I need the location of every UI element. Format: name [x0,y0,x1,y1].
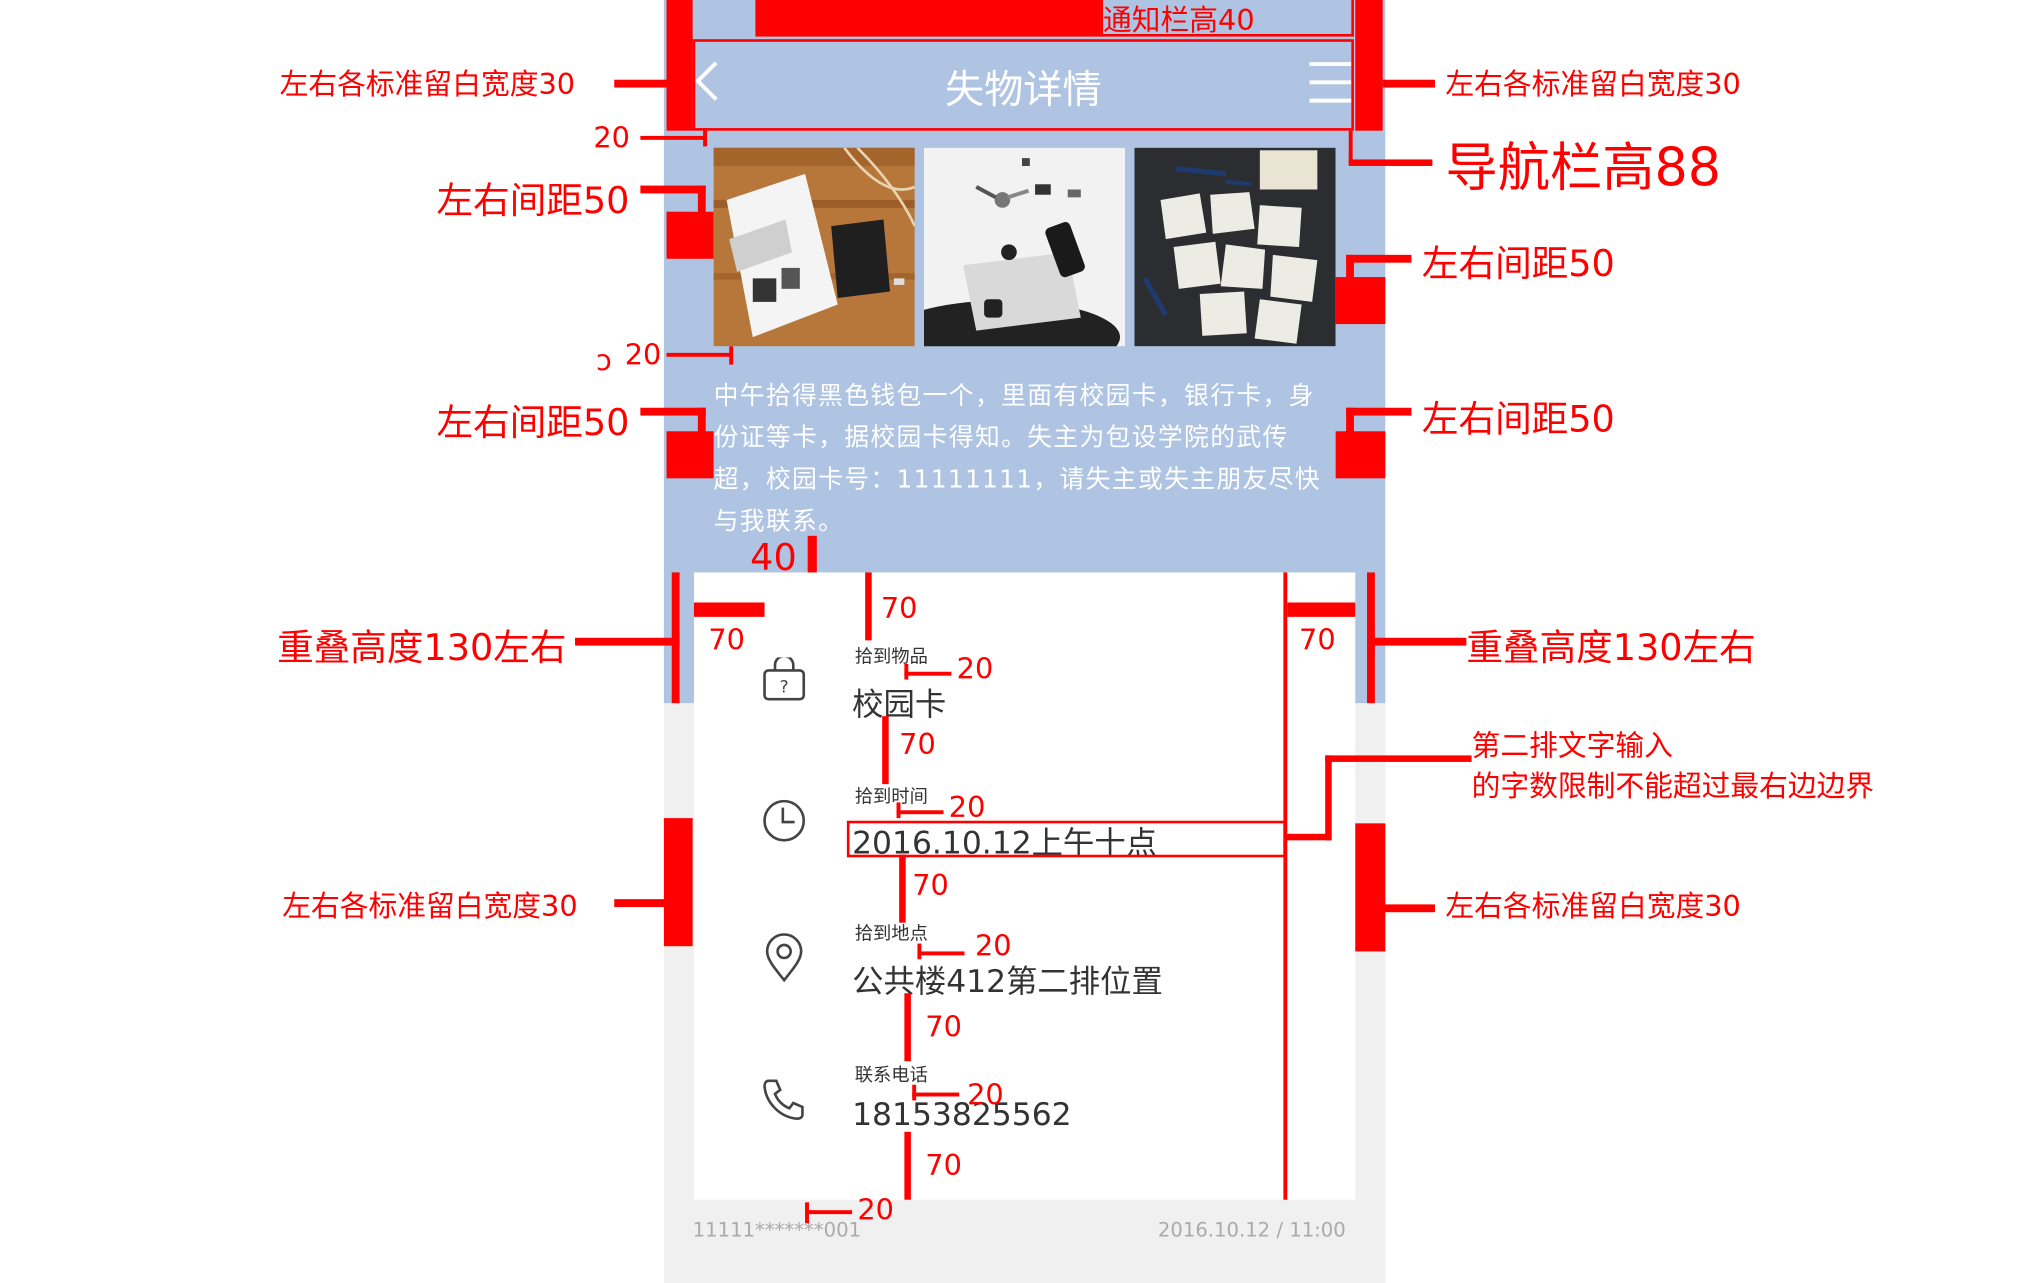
annotation-20-f-line [912,1092,960,1097]
annotation-margin-left-bottom: 左右各标准留白宽度30 [282,891,578,924]
publish-datetime: 2016.10.12 / 11:00 [1157,1218,1346,1242]
annotation-70-left: 70 [708,624,745,658]
annotation-nav-leader-h [1348,159,1433,166]
annotation-left-edge [666,0,693,131]
item-description: 中午拾得黑色钱包一个，里面有校园卡，银行卡，身份证等卡，据校园卡得知。失主为包设… [713,381,1321,536]
annotation-overlap-left: 重叠高度130左右 [277,626,567,670]
svg-text:?: ? [780,678,789,698]
annotation-20-a: 20 [593,122,630,156]
annotation-70-4: 70 [925,1011,962,1045]
annotation-nav-height: 导航栏高88 [1445,138,1722,199]
photo-notes[interactable] [1134,147,1336,347]
publisher-id: 11111*******001 [692,1218,862,1242]
annotation-spacing-right-2-block [1335,431,1386,479]
annotation-70-3: 70 [912,870,949,904]
annotation-20-g-line [805,1210,853,1215]
place-label: 拾到地点 [854,923,928,945]
phone-label: 联系电话 [854,1065,928,1087]
annotation-nav-box [692,39,1354,131]
annotation-70-right-bar [1287,602,1356,617]
annotation-spacing-left-1: 左右间距50 [436,179,630,223]
annotation-statusbar-bar [755,0,1101,37]
annotation-20-e: 20 [974,930,1012,964]
photo-keys[interactable] [923,147,1126,347]
annotation-70-1: 70 [880,593,918,627]
annotation-70-seg5 [904,1131,911,1200]
annotation-70-2: 70 [899,729,936,762]
annotation-overlap-right: 重叠高度130左右 [1466,626,1756,670]
photo-notebook[interactable] [713,147,915,347]
clock-icon [761,797,808,844]
annotation-70-seg2 [882,716,889,785]
annotation-20-b: 20 [624,339,662,373]
annotation-spacing-right-1-line [1346,254,1412,263]
annotation-70-left-bar [693,602,765,617]
annotation-20-d-line [896,810,944,815]
lost-item-icon: ? [761,654,808,704]
annotation-text-limit-line1: 第二排文字输入 [1471,730,1673,764]
annotation-spacing-right-2-line [1346,407,1412,416]
annotation-margin-right-top-line [1382,79,1435,88]
annotation-margin-right-bottom-line [1382,904,1435,913]
annotation-spacing-right-1-block [1335,277,1386,325]
annotation-70-seg3 [899,854,906,923]
annotation-20-g: 20 [857,1194,894,1228]
annotation-artifact: ɔ [595,345,612,378]
annotation-20-c-line [904,671,952,676]
annotation-text-limit-h2 [1325,755,1472,762]
annotation-margin-left-bottom-line [614,899,667,907]
annotation-70-5: 70 [925,1150,962,1183]
annotation-margin-left-top-line [614,79,667,88]
phone-value[interactable]: 18153825562 [852,1096,1072,1133]
annotation-20-e-line [917,951,965,956]
annotation-spacing-left-2-line [640,407,706,416]
annotation-spacing-left-2: 左右间距50 [436,401,630,445]
annotation-20-a-line [640,135,706,140]
annotation-overlap-right-line [1367,637,1467,646]
annotation-margin-right-bottom: 左右各标准留白宽度30 [1445,891,1741,924]
annotation-20-b-tick [729,346,734,365]
annotation-text-limit-h1 [1285,833,1331,841]
annotation-margin-left-bottom-block [663,818,693,947]
annotation-spacing-left-2-block [666,431,714,479]
annotation-spacing-left-1-block [666,211,714,259]
annotation-right-boundary [1283,572,1288,1200]
annotation-overlap-left-line [575,637,680,646]
annotation-40-bar [807,535,817,573]
annotation-margin-left-top: 左右各标准留白宽度30 [279,69,576,102]
annotation-text-limit-box [846,820,1286,858]
annotation-spacing-right-2: 左右间距50 [1421,397,1615,441]
item-value: 校园卡 [852,686,947,723]
annotation-text-limit-line2: 的字数限制不能超过最右边边界 [1471,771,1875,804]
time-label: 拾到时间 [854,786,928,808]
annotation-statusbar: 通知栏高40 [1103,5,1255,38]
annotation-right-edge [1355,0,1383,131]
item-label: 拾到物品 [854,646,928,668]
annotation-spacing-left-1-line [640,185,706,194]
annotation-70-right: 70 [1299,624,1336,658]
annotation-20-f: 20 [967,1079,1004,1113]
location-icon [761,933,808,983]
annotation-margin-right-bottom-block [1355,823,1386,952]
annotation-20-c: 20 [956,653,994,687]
phone-icon[interactable] [761,1076,808,1123]
annotation-margin-right-top: 左右各标准留白宽度30 [1445,69,1741,102]
annotation-70-seg1 [865,572,872,641]
annotation-70-seg4 [904,993,911,1062]
annotation-spacing-right-1: 左右间距50 [1421,241,1615,285]
annotation-text-limit-v [1325,755,1332,841]
annotation-20-b-line [666,352,732,357]
annotation-20-a-tick [703,128,708,147]
annotation-40: 40 [750,535,797,579]
